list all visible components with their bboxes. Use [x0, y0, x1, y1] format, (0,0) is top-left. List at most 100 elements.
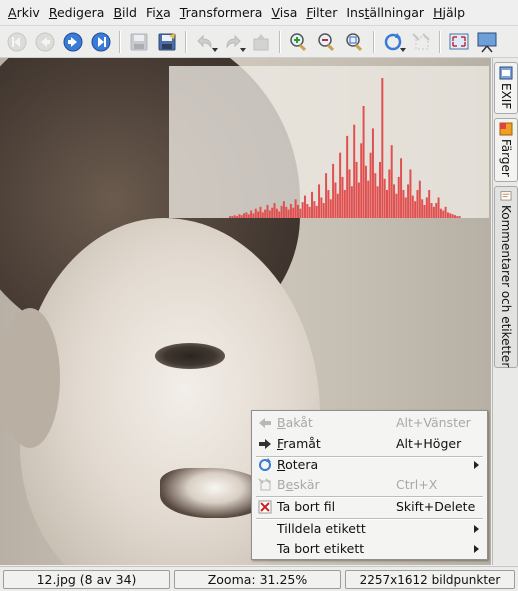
histogram-bar [421, 199, 424, 218]
histogram-bar [383, 178, 386, 218]
histogram-bar [432, 206, 435, 218]
histogram-bar [325, 173, 328, 218]
zoom-fit-button[interactable] [342, 29, 368, 55]
histogram-bar [334, 182, 337, 218]
histogram-bar [327, 190, 330, 218]
redo-button[interactable] [220, 29, 246, 55]
menu-item-tilldela-etikett[interactable]: Tilldela etikett [252, 518, 487, 539]
histogram-bar [369, 152, 372, 218]
submenu-arrow-icon [474, 525, 479, 533]
menu-redigera[interactable]: Redigera [47, 2, 112, 24]
forward-button[interactable] [60, 29, 86, 55]
histogram-bar [233, 215, 236, 218]
zoom-in-button[interactable] [286, 29, 312, 55]
histogram-bar [346, 135, 349, 218]
revert-button[interactable] [248, 29, 274, 55]
histogram-bar [296, 204, 299, 218]
crop-button[interactable] [408, 29, 434, 55]
histogram-bar [292, 207, 295, 218]
histogram-bar [367, 180, 370, 218]
histogram-bar [306, 204, 309, 218]
histogram-bar [374, 173, 377, 218]
histogram-bar [336, 193, 339, 218]
histogram-bar [418, 180, 421, 218]
tab-exif[interactable]: EXIF [494, 62, 518, 114]
menu-item-framat[interactable]: Framåt Alt+Höger [252, 433, 487, 454]
tab-farger-label: Färger [499, 139, 513, 177]
toolbar-separator [373, 31, 375, 53]
menu-installningar[interactable]: Inställningar [344, 2, 431, 24]
revert-icon [253, 34, 269, 51]
rotate-icon [259, 457, 271, 471]
back-arrow-icon [259, 417, 271, 428]
first-image-button[interactable] [4, 29, 30, 55]
last-image-button[interactable] [88, 29, 114, 55]
histogram-bar [339, 152, 342, 218]
last-icon [91, 32, 111, 52]
histogram-bar [404, 197, 407, 218]
histogram-bar [442, 210, 445, 218]
histogram-bar [268, 210, 271, 218]
zoom-out-button[interactable] [314, 29, 340, 55]
shortcut-label: Alt+Vänster [396, 415, 471, 430]
histogram-bar [240, 215, 243, 218]
histogram-bar [280, 205, 283, 218]
menu-item-ta-bort-etikett[interactable]: Ta bort etikett [252, 538, 487, 559]
tab-kommentarer[interactable]: Kommentarer och etiketter [494, 186, 518, 368]
histogram-bar [278, 211, 281, 218]
status-filename: 12.jpg (8 av 34) [3, 570, 170, 589]
menu-arkiv[interactable]: Arkiv [6, 2, 47, 24]
histogram-bar [381, 78, 384, 218]
histogram-bar [423, 204, 426, 218]
histogram-bar [446, 212, 449, 218]
histogram-bar [360, 143, 363, 218]
save-as-button[interactable] [154, 29, 180, 55]
delete-icon [258, 500, 272, 513]
submenu-arrow-icon [474, 545, 479, 553]
menu-transformera[interactable]: Transformera [178, 2, 270, 24]
histogram-bar [329, 199, 332, 218]
forward-arrow-icon [259, 438, 271, 449]
menu-hjalp[interactable]: Hjälp [431, 2, 472, 24]
zoom-fit-icon [346, 33, 363, 52]
tab-farger[interactable]: Färger [494, 118, 518, 182]
slideshow-button[interactable] [474, 29, 500, 55]
menu-item-ta-bort-fil[interactable]: Ta bort fil Skift+Delete [252, 496, 487, 517]
histogram-bar [388, 169, 391, 218]
back-button[interactable] [32, 29, 58, 55]
photo-eye [155, 343, 225, 369]
histogram-bar [247, 214, 250, 218]
histogram-bar [430, 203, 433, 218]
menu-visa[interactable]: Visa [269, 2, 304, 24]
histogram-bar [355, 162, 358, 218]
menu-item-rotera[interactable]: Rotera [252, 454, 487, 475]
histogram-bar [409, 169, 412, 218]
fullscreen-button[interactable] [446, 29, 472, 55]
save-icon [130, 33, 148, 51]
menu-item-beskar[interactable]: Beskär Ctrl+X [252, 474, 487, 495]
menu-item-bakat[interactable]: Bakåt Alt+Vänster [252, 412, 487, 433]
histogram-bar [313, 201, 316, 218]
histogram-bar [453, 215, 456, 218]
histogram-bar [364, 165, 367, 218]
histogram-bar [257, 211, 260, 218]
histogram-bar [259, 206, 262, 218]
histogram-bar [271, 207, 274, 218]
crop-icon [258, 477, 271, 490]
menu-filter[interactable]: Filter [304, 2, 344, 24]
statusbar: 12.jpg (8 av 34) Zooma: 31.25% 2257x1612… [0, 566, 518, 591]
histogram-bar [322, 203, 325, 218]
histogram-bar [287, 209, 290, 218]
histogram-bar [285, 206, 288, 218]
histogram-bar [371, 128, 374, 218]
histogram-bar [229, 216, 231, 218]
menu-bild[interactable]: Bild [111, 2, 143, 24]
right-sidebar: EXIF Färger Kommentarer och etiketter [492, 58, 518, 565]
save-button[interactable] [126, 29, 152, 55]
histogram-bar [301, 202, 304, 218]
histogram-bar [264, 209, 267, 218]
menu-fixa[interactable]: Fixa [144, 2, 178, 24]
undo-button[interactable] [192, 29, 218, 55]
rotate-button[interactable] [380, 29, 406, 55]
histogram-bar [261, 212, 264, 218]
